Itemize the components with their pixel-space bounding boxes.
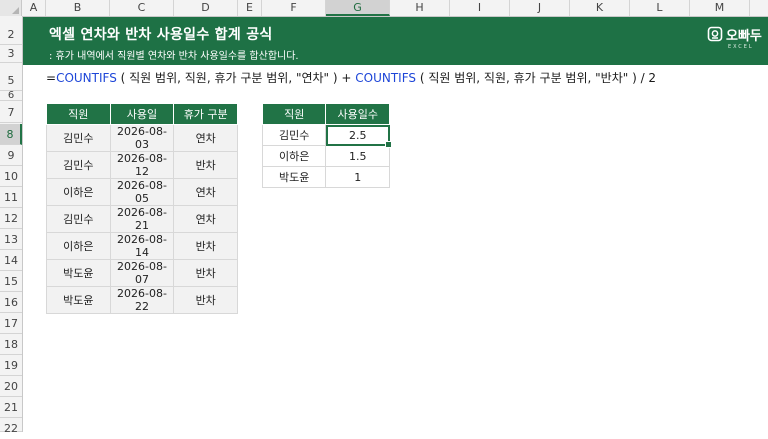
table-row: 박도윤 1: [261, 166, 390, 188]
column-header-b[interactable]: B: [46, 0, 110, 16]
row-header-5[interactable]: 5: [0, 71, 22, 91]
table-row: 김민수 2026-08-12 반차: [46, 151, 238, 179]
cell-employee[interactable]: 박도윤: [46, 259, 111, 287]
cell-leave-type[interactable]: 반차: [173, 259, 238, 287]
row-header-10[interactable]: 10: [0, 166, 22, 187]
column-header-g[interactable]: G: [326, 0, 390, 16]
column-header-c[interactable]: C: [110, 0, 174, 16]
column-header-l[interactable]: L: [630, 0, 690, 16]
row-header-7[interactable]: 7: [0, 102, 22, 123]
table-row: 김민수 2.5: [261, 124, 392, 148]
cell-employee[interactable]: 이하은: [46, 232, 111, 260]
column-header-m[interactable]: M: [690, 0, 750, 16]
column-header-i[interactable]: I: [450, 0, 510, 16]
cell-days-used[interactable]: 1.5: [325, 145, 390, 167]
row-header-6[interactable]: 6: [0, 91, 22, 101]
header-leave-type[interactable]: 휴가 구분: [173, 103, 238, 125]
table-row: 김민수 2026-08-21 연차: [46, 205, 238, 233]
cell-leave-type[interactable]: 연차: [173, 178, 238, 206]
header-days-used[interactable]: 사용일수: [325, 103, 390, 125]
row-header-12[interactable]: 12: [0, 208, 22, 229]
brand-logo: 오빠두 EXCEL: [707, 25, 763, 55]
cell-employee[interactable]: 김민수: [46, 205, 111, 233]
formula-equals: =: [46, 71, 57, 85]
table-row: 김민수 2026-08-03 연차: [46, 124, 238, 152]
row-header-17[interactable]: 17: [0, 313, 22, 334]
page-subtitle: : 휴가 내역에서 직원별 연차와 반차 사용일수를 합산합니다.: [49, 51, 299, 62]
cell-date[interactable]: 2026-08-03: [109, 124, 175, 152]
title-banner: 엑셀 연차와 반차 사용일수 합계 공식 : 휴가 내역에서 직원별 연차와 반…: [23, 17, 768, 65]
logo-text: 오빠두: [726, 29, 762, 44]
cell-leave-type[interactable]: 반차: [173, 286, 238, 314]
table-header-row: 직원 사용일수: [261, 103, 390, 125]
header-date[interactable]: 사용일: [109, 103, 175, 125]
cell-employee[interactable]: 박도윤: [261, 166, 327, 188]
row-header-21[interactable]: 21: [0, 397, 22, 418]
header-employee[interactable]: 직원: [261, 103, 327, 125]
column-header-f[interactable]: F: [262, 0, 326, 16]
row-header-19[interactable]: 19: [0, 355, 22, 376]
row-header-15[interactable]: 15: [0, 271, 22, 292]
cell-date[interactable]: 2026-08-07: [109, 259, 175, 287]
cell-employee[interactable]: 박도윤: [46, 286, 111, 314]
row-header-20[interactable]: 20: [0, 376, 22, 397]
row-header-18[interactable]: 18: [0, 334, 22, 355]
cell-date[interactable]: 2026-08-14: [109, 232, 175, 260]
cell-date[interactable]: 2026-08-05: [109, 178, 175, 206]
cell-date[interactable]: 2026-08-12: [109, 151, 175, 179]
formula-text: =COUNTIFS ( 직원 범위, 직원, 휴가 구분 범위, "연차" ) …: [46, 69, 656, 86]
row-header-8[interactable]: 8: [0, 124, 22, 145]
column-header-j[interactable]: J: [510, 0, 570, 16]
row-header-3[interactable]: 3: [0, 45, 22, 63]
column-header-h[interactable]: H: [390, 0, 450, 16]
logo-subtext: EXCEL: [728, 44, 754, 50]
cell-leave-type[interactable]: 연차: [173, 124, 238, 152]
column-header-d[interactable]: D: [174, 0, 238, 16]
column-header-k[interactable]: K: [570, 0, 630, 16]
usage-summary-table: 직원 사용일수 김민수 2.5 이하은 1.5 박도윤 1: [261, 103, 392, 188]
row-header-2[interactable]: 2: [0, 25, 22, 45]
table-row: 박도윤 2026-08-22 반차: [46, 286, 238, 314]
row-header-16[interactable]: 16: [0, 292, 22, 313]
row-header-9[interactable]: 9: [0, 145, 22, 166]
cell-days-used[interactable]: 1: [325, 166, 390, 188]
table-row: 이하은 2026-08-05 연차: [46, 178, 238, 206]
table-header-row: 직원 사용일 휴가 구분: [46, 103, 238, 125]
cell-date[interactable]: 2026-08-21: [109, 205, 175, 233]
formula-function-countifs-2: COUNTIFS: [355, 71, 417, 85]
select-all-corner[interactable]: [0, 0, 22, 16]
column-header-e[interactable]: E: [238, 0, 262, 16]
leave-records-table: 직원 사용일 휴가 구분 김민수 2026-08-03 연차 김민수 2026-…: [46, 103, 238, 314]
cell-employee[interactable]: 김민수: [46, 124, 111, 152]
table-row: 박도윤 2026-08-07 반차: [46, 259, 238, 287]
cell-employee[interactable]: 이하은: [46, 178, 111, 206]
cell-employee[interactable]: 김민수: [46, 151, 111, 179]
cell-employee[interactable]: 이하은: [261, 145, 327, 167]
fill-handle[interactable]: [385, 141, 392, 148]
row-header-22[interactable]: 22: [0, 418, 22, 435]
formula-args-1: ( 직원 범위, 직원, 휴가 구분 범위, "연차" ) +: [116, 71, 356, 85]
header-employee[interactable]: 직원: [46, 103, 111, 125]
cell-employee[interactable]: 김민수: [261, 124, 327, 146]
row-header-14[interactable]: 14: [0, 250, 22, 271]
cell-leave-type[interactable]: 연차: [173, 205, 238, 233]
column-header-a[interactable]: A: [22, 0, 46, 16]
row-header-11[interactable]: 11: [0, 187, 22, 208]
formula-args-2: ( 직원 범위, 직원, 휴가 구분 범위, "반차" ) / 2: [416, 71, 657, 85]
page-title: 엑셀 연차와 반차 사용일수 합계 공식: [49, 27, 273, 43]
table-row: 이하은 1.5: [261, 145, 390, 167]
logo-icon: [707, 26, 723, 42]
row-header-13[interactable]: 13: [0, 229, 22, 250]
cell-date[interactable]: 2026-08-22: [109, 286, 175, 314]
cell-leave-type[interactable]: 반차: [173, 232, 238, 260]
formula-function-countifs-1: COUNTIFS: [56, 71, 117, 85]
table-row: 이하은 2026-08-14 반차: [46, 232, 238, 260]
active-cell-days-used[interactable]: 2.5: [325, 124, 392, 148]
cell-leave-type[interactable]: 반차: [173, 151, 238, 179]
cell-days-used-value: 2.5: [348, 128, 367, 142]
